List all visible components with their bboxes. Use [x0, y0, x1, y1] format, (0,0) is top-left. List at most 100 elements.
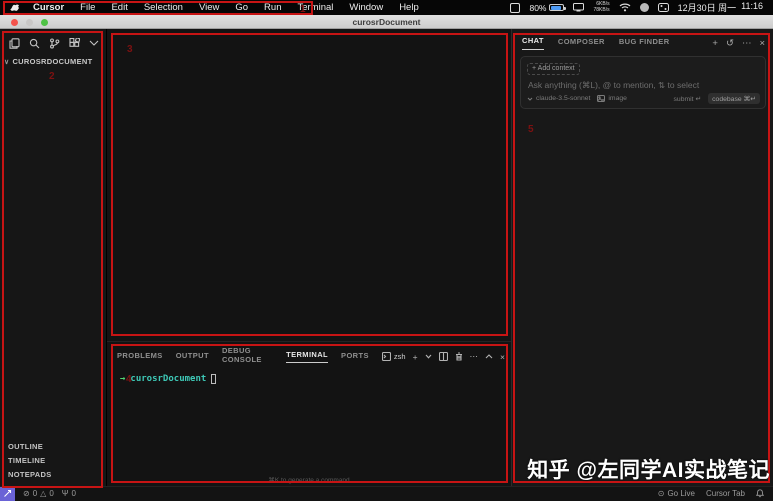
chat-input-placeholder[interactable]: Ask anything (⌘L), @ to mention, ⇅ to se… [528, 80, 765, 91]
chat-input-footer: claude-3.5-sonnet image submit ↵ codebas… [527, 93, 760, 104]
battery-icon [549, 4, 564, 11]
tab-chat[interactable]: CHAT [522, 36, 544, 50]
go-live-label: Go Live [667, 489, 695, 498]
chat-tab-bar: CHAT COMPOSER BUG FINDER + ↺ ⋯ × [512, 29, 773, 50]
cursor-tab-button[interactable]: Cursor Tab [706, 489, 745, 498]
notifications-bell-icon[interactable] [756, 489, 764, 498]
split-terminal-icon[interactable] [439, 352, 448, 361]
explorer-root-folder[interactable]: ∨ CUROSRDOCUMENT [4, 57, 106, 66]
warnings-count: 0 [49, 489, 53, 498]
terminal-cursor [211, 374, 216, 384]
menu-edit[interactable]: Edit [103, 2, 135, 13]
terminal-cwd: curosrDocument [130, 374, 206, 384]
wifi-icon[interactable] [619, 3, 631, 12]
menu-go[interactable]: Go [227, 2, 256, 13]
macos-menu-bar: Cursor File Edit Selection View Go Run T… [0, 0, 773, 15]
status-bar: ⊘ 0 △ 0 Ψ 0 ⊙ Go Live Cursor Tab [0, 486, 773, 500]
display-icon[interactable] [573, 3, 584, 12]
image-icon [597, 95, 605, 102]
extensions-icon[interactable] [68, 37, 80, 49]
close-panel-icon[interactable]: × [500, 352, 505, 362]
menu-status-area: 80% 6KB/s 78KB/s 12月30日 周一 11:16 [510, 1, 773, 14]
tab-bug-finder[interactable]: BUG FINDER [619, 37, 670, 50]
tab-debug-console[interactable]: DEBUG CONSOLE [222, 346, 273, 367]
menu-time[interactable]: 11:16 [741, 1, 763, 14]
terminal-dropdown-icon[interactable] [425, 354, 432, 359]
problems-indicator[interactable]: ⊘ 0 △ 0 [23, 489, 54, 498]
panel-actions: zsh + ⋯ × [382, 351, 505, 362]
prompt-arrow-icon: → [120, 374, 125, 384]
watermark-text: 知乎 @左同学AI实战笔记 [527, 454, 770, 484]
panel-more-icon[interactable]: ⋯ [470, 351, 479, 362]
ports-icon: Ψ [62, 489, 69, 498]
go-live-button[interactable]: ⊙ Go Live [658, 489, 695, 498]
errors-icon: ⊘ [23, 489, 30, 498]
tab-problems[interactable]: PROBLEMS [117, 351, 163, 363]
menu-terminal[interactable]: Terminal [289, 2, 341, 13]
close-chat-icon[interactable]: × [759, 38, 765, 49]
menu-run[interactable]: Run [256, 2, 289, 13]
tab-output[interactable]: OUTPUT [176, 351, 209, 363]
tab-terminal[interactable]: TERMINAL [286, 350, 328, 363]
sidebar-toolbar [0, 29, 106, 49]
explorer-sidebar: ∨ CUROSRDOCUMENT OUTLINE TIMELINE NOTEPA… [0, 29, 107, 486]
panel-tab-bar: PROBLEMS OUTPUT DEBUG CONSOLE TERMINAL P… [107, 342, 511, 367]
model-name: claude-3.5-sonnet [536, 95, 590, 102]
battery-indicator[interactable]: 80% [529, 3, 564, 13]
sidebar-item-notepads[interactable]: NOTEPADS [0, 467, 106, 481]
terminal-icon [382, 352, 391, 361]
shell-label: zsh [394, 352, 406, 361]
maximize-panel-icon[interactable] [485, 354, 493, 359]
shell-selector[interactable]: zsh [382, 352, 406, 361]
tab-ports[interactable]: PORTS [341, 351, 369, 363]
attach-image-button[interactable]: image [597, 95, 627, 102]
network-speed-indicator[interactable]: 6KB/s 78KB/s [593, 2, 609, 13]
chat-history-icon[interactable]: ↺ [726, 38, 734, 49]
ai-chat-panel: CHAT COMPOSER BUG FINDER + ↺ ⋯ × + Add c… [511, 29, 773, 486]
errors-count: 0 [33, 489, 37, 498]
sidebar-item-timeline[interactable]: TIMELINE [0, 453, 106, 467]
chat-more-icon[interactable]: ⋯ [742, 38, 752, 49]
chat-actions: + ↺ ⋯ × [712, 38, 765, 49]
bottom-panel: PROBLEMS OUTPUT DEBUG CONSOLE TERMINAL P… [107, 341, 511, 486]
status-bar-right: ⊙ Go Live Cursor Tab [658, 489, 773, 498]
broadcast-icon: ⊙ [658, 489, 665, 498]
new-terminal-icon[interactable]: + [413, 352, 418, 362]
model-selector[interactable]: claude-3.5-sonnet [527, 95, 590, 102]
chevron-expand-icon: ∨ [4, 58, 9, 66]
sidebar-bottom-sections: OUTLINE TIMELINE NOTEPADS [0, 439, 106, 481]
tab-composer[interactable]: COMPOSER [558, 37, 605, 50]
remote-indicator-button[interactable] [0, 487, 15, 501]
input-source-icon[interactable] [510, 3, 520, 13]
menu-window[interactable]: Window [341, 2, 391, 13]
apple-logo-icon[interactable] [10, 2, 19, 13]
chat-input-box[interactable]: + Add context Ask anything (⌘L), @ to me… [520, 56, 766, 109]
add-context-button[interactable]: + Add context [527, 63, 580, 75]
menu-help[interactable]: Help [391, 2, 427, 13]
menu-file[interactable]: File [72, 2, 103, 13]
new-chat-icon[interactable]: + [712, 38, 718, 49]
remote-icon [3, 489, 12, 498]
control-center-icon[interactable] [658, 3, 669, 12]
image-label: image [608, 95, 627, 102]
chevron-down-icon[interactable] [88, 37, 100, 49]
menu-selection[interactable]: Selection [136, 2, 191, 13]
search-icon[interactable] [28, 37, 40, 49]
net-down: 78KB/s [593, 8, 609, 14]
editor-area[interactable] [107, 29, 511, 341]
terminal-prompt-line[interactable]: → curosrDocument [120, 374, 511, 384]
window-title: curosrDocument [0, 17, 773, 27]
menu-date[interactable]: 12月30日 周一 [678, 1, 737, 14]
menu-app-name[interactable]: Cursor [25, 2, 72, 13]
submit-button[interactable]: submit ↵ [674, 95, 702, 103]
window-title-bar: curosrDocument [0, 15, 773, 29]
source-control-icon[interactable] [48, 37, 60, 49]
ports-indicator[interactable]: Ψ 0 [62, 489, 76, 498]
codebase-button[interactable]: codebase ⌘↵ [708, 93, 760, 104]
ports-count: 0 [71, 489, 75, 498]
browser-status-icon[interactable] [640, 3, 649, 12]
kill-terminal-icon[interactable] [455, 352, 463, 361]
explorer-files-icon[interactable] [8, 37, 20, 49]
sidebar-item-outline[interactable]: OUTLINE [0, 439, 106, 453]
menu-view[interactable]: View [191, 2, 227, 13]
